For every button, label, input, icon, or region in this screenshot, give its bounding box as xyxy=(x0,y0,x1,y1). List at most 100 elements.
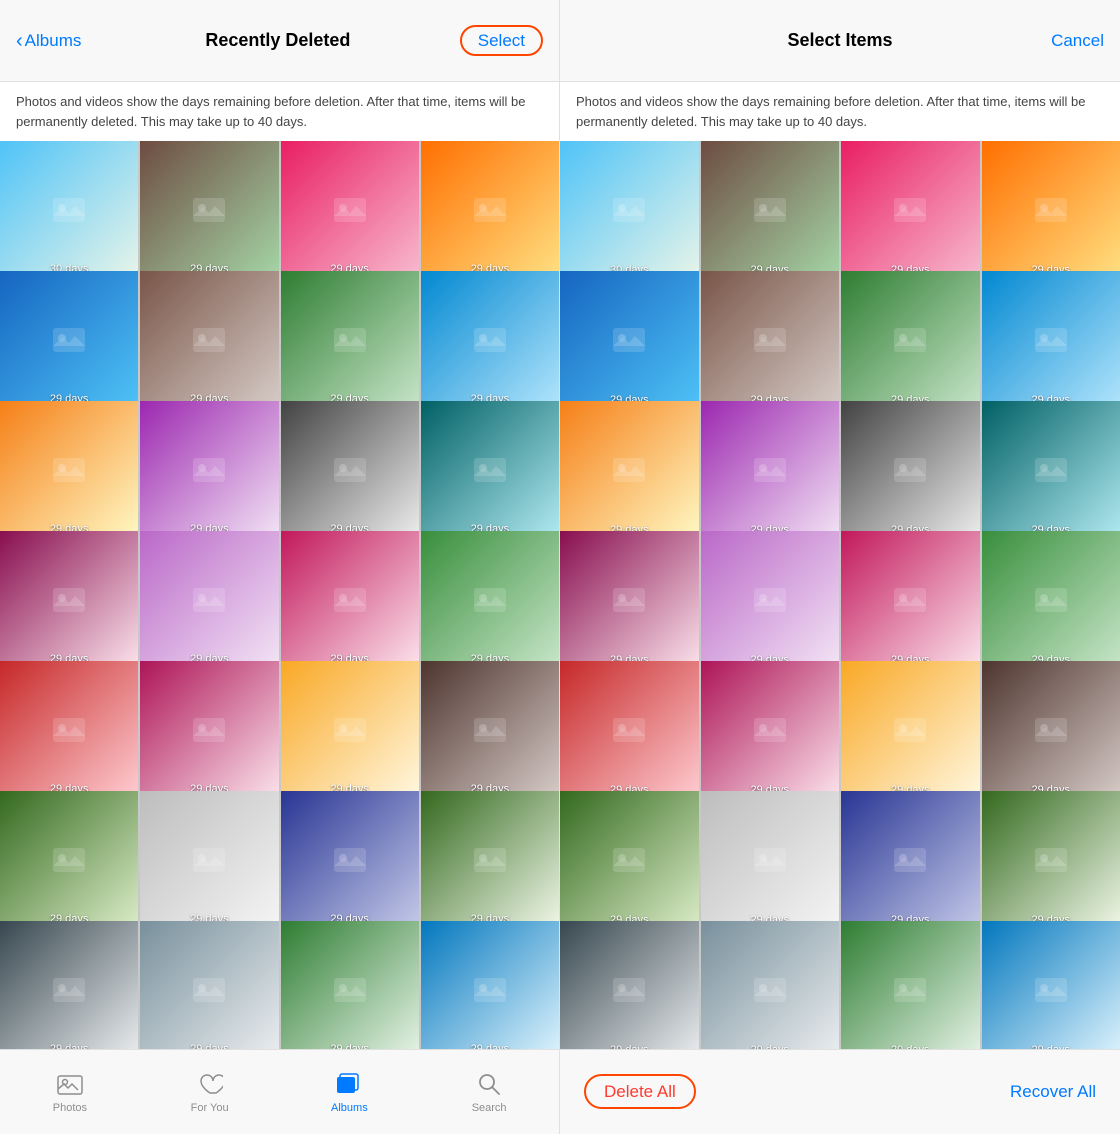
left-header: ‹ Albums Recently Deleted Select xyxy=(0,0,559,82)
days-remaining-label: 29 days xyxy=(982,1044,1120,1050)
tab-albums-label: Albums xyxy=(331,1102,368,1114)
photo-cell[interactable]: 29 days xyxy=(982,921,1120,1049)
days-remaining-label: 29 days xyxy=(841,1044,980,1050)
photo-cell[interactable]: 29 days xyxy=(841,661,980,800)
select-button[interactable]: Select xyxy=(460,31,543,51)
back-chevron-icon: ‹ xyxy=(16,31,23,51)
right-panel: Select Items Cancel Photos and videos sh… xyxy=(560,0,1120,1134)
for-you-icon xyxy=(196,1070,224,1098)
photo-cell[interactable]: 29 days xyxy=(982,141,1120,280)
days-remaining-label: 29 days xyxy=(560,1044,699,1050)
photo-cell[interactable]: 29 days xyxy=(140,271,278,409)
delete-all-label[interactable]: Delete All xyxy=(584,1074,696,1109)
back-label: Albums xyxy=(25,31,82,51)
photo-cell[interactable]: 29 days xyxy=(560,531,699,670)
photo-cell[interactable]: 29 days xyxy=(701,921,840,1049)
photo-cell[interactable]: 29 days xyxy=(421,141,559,279)
select-bar: Delete All Recover All xyxy=(560,1049,1120,1134)
right-header: Select Items Cancel xyxy=(560,0,1120,82)
photo-cell[interactable]: 29 days xyxy=(281,401,419,539)
recover-all-label[interactable]: Recover All xyxy=(1010,1082,1096,1101)
photo-cell[interactable]: 29 days xyxy=(841,531,980,670)
photo-cell[interactable]: 29 days xyxy=(281,661,419,799)
photo-cell[interactable]: 29 days xyxy=(701,661,840,800)
photo-cell[interactable]: 29 days xyxy=(982,531,1120,670)
photo-cell[interactable]: 29 days xyxy=(421,271,559,409)
photo-cell[interactable]: 29 days xyxy=(281,271,419,409)
search-icon xyxy=(475,1070,503,1098)
photo-cell[interactable]: 29 days xyxy=(982,401,1120,540)
photo-cell[interactable]: 29 days xyxy=(140,661,278,799)
delete-all-button[interactable]: Delete All xyxy=(584,1082,696,1102)
days-remaining-label: 29 days xyxy=(281,1043,419,1049)
recover-all-button[interactable]: Recover All xyxy=(1010,1082,1096,1102)
photo-cell[interactable]: 29 days xyxy=(281,921,419,1049)
tab-albums[interactable]: Albums xyxy=(319,1070,379,1114)
photo-cell[interactable]: 29 days xyxy=(421,661,559,799)
tab-search[interactable]: Search xyxy=(459,1070,519,1114)
photo-cell[interactable]: 29 days xyxy=(421,921,559,1049)
photo-cell[interactable]: 29 days xyxy=(421,531,559,669)
right-photo-grid: 30 days 29 days 29 days 29 days 29 days xyxy=(560,141,1120,1049)
tab-photos-label: Photos xyxy=(53,1102,87,1114)
left-info-text: Photos and videos show the days remainin… xyxy=(0,82,559,141)
photo-cell[interactable]: 30 days xyxy=(0,141,138,279)
days-remaining-label: 29 days xyxy=(421,1043,559,1049)
albums-icon xyxy=(335,1070,363,1098)
photo-cell[interactable]: 29 days xyxy=(701,271,840,410)
photo-cell[interactable]: 29 days xyxy=(560,271,699,410)
select-label[interactable]: Select xyxy=(460,25,543,56)
days-remaining-label: 29 days xyxy=(0,1043,138,1049)
photo-cell[interactable]: 29 days xyxy=(982,271,1120,410)
cancel-button[interactable]: Cancel xyxy=(1024,31,1104,51)
photo-cell[interactable]: 29 days xyxy=(0,791,138,929)
photo-cell[interactable]: 29 days xyxy=(140,401,278,539)
photo-cell[interactable]: 29 days xyxy=(421,791,559,929)
photo-cell[interactable]: 29 days xyxy=(140,921,278,1049)
photo-cell[interactable]: 29 days xyxy=(421,401,559,539)
photo-cell[interactable]: 29 days xyxy=(140,791,278,929)
photo-cell[interactable]: 29 days xyxy=(560,661,699,800)
photo-cell[interactable]: 29 days xyxy=(701,401,840,540)
photo-cell[interactable]: 29 days xyxy=(0,531,138,669)
tab-photos[interactable]: Photos xyxy=(40,1070,100,1114)
photo-cell[interactable]: 29 days xyxy=(0,921,138,1049)
photo-cell[interactable]: 29 days xyxy=(982,791,1120,930)
photo-cell[interactable]: 30 days xyxy=(560,141,699,280)
cancel-label[interactable]: Cancel xyxy=(1051,31,1104,50)
photo-cell[interactable]: 29 days xyxy=(841,141,980,280)
photo-cell[interactable]: 29 days xyxy=(281,531,419,669)
photo-cell[interactable]: 29 days xyxy=(281,141,419,279)
photo-cell[interactable]: 29 days xyxy=(140,531,278,669)
photo-cell[interactable]: 29 days xyxy=(701,531,840,670)
left-panel-title: Recently Deleted xyxy=(205,30,350,51)
photo-cell[interactable]: 29 days xyxy=(0,271,138,409)
left-panel: ‹ Albums Recently Deleted Select Photos … xyxy=(0,0,560,1134)
days-remaining-label: 29 days xyxy=(140,1043,278,1049)
tab-for-you-label: For You xyxy=(191,1102,229,1114)
right-info-text: Photos and videos show the days remainin… xyxy=(560,82,1120,141)
tab-search-label: Search xyxy=(472,1102,507,1114)
back-button[interactable]: ‹ Albums xyxy=(16,31,96,51)
photo-cell[interactable]: 29 days xyxy=(281,791,419,929)
photo-cell[interactable]: 29 days xyxy=(841,401,980,540)
photo-cell[interactable]: 29 days xyxy=(560,791,699,930)
left-photo-grid: 30 days 29 days 29 days 29 days 29 days xyxy=(0,141,559,1049)
photo-cell[interactable]: 29 days xyxy=(982,661,1120,800)
photos-icon xyxy=(56,1070,84,1098)
photo-cell[interactable]: 29 days xyxy=(0,661,138,799)
photo-cell[interactable]: 29 days xyxy=(841,271,980,410)
panels-container: ‹ Albums Recently Deleted Select Photos … xyxy=(0,0,1120,1134)
tab-for-you[interactable]: For You xyxy=(180,1070,240,1114)
photo-cell[interactable]: 29 days xyxy=(841,791,980,930)
photo-cell[interactable]: 29 days xyxy=(560,921,699,1049)
photo-cell[interactable]: 29 days xyxy=(701,141,840,280)
photo-cell[interactable]: 29 days xyxy=(701,791,840,930)
photo-cell[interactable]: 29 days xyxy=(140,141,278,279)
days-remaining-label: 29 days xyxy=(701,1044,840,1050)
photo-cell[interactable]: 29 days xyxy=(841,921,980,1049)
photo-cell[interactable]: 29 days xyxy=(0,401,138,539)
tab-bar: Photos For You Albums xyxy=(0,1049,559,1134)
photo-cell[interactable]: 29 days xyxy=(560,401,699,540)
right-panel-title: Select Items xyxy=(787,30,892,51)
